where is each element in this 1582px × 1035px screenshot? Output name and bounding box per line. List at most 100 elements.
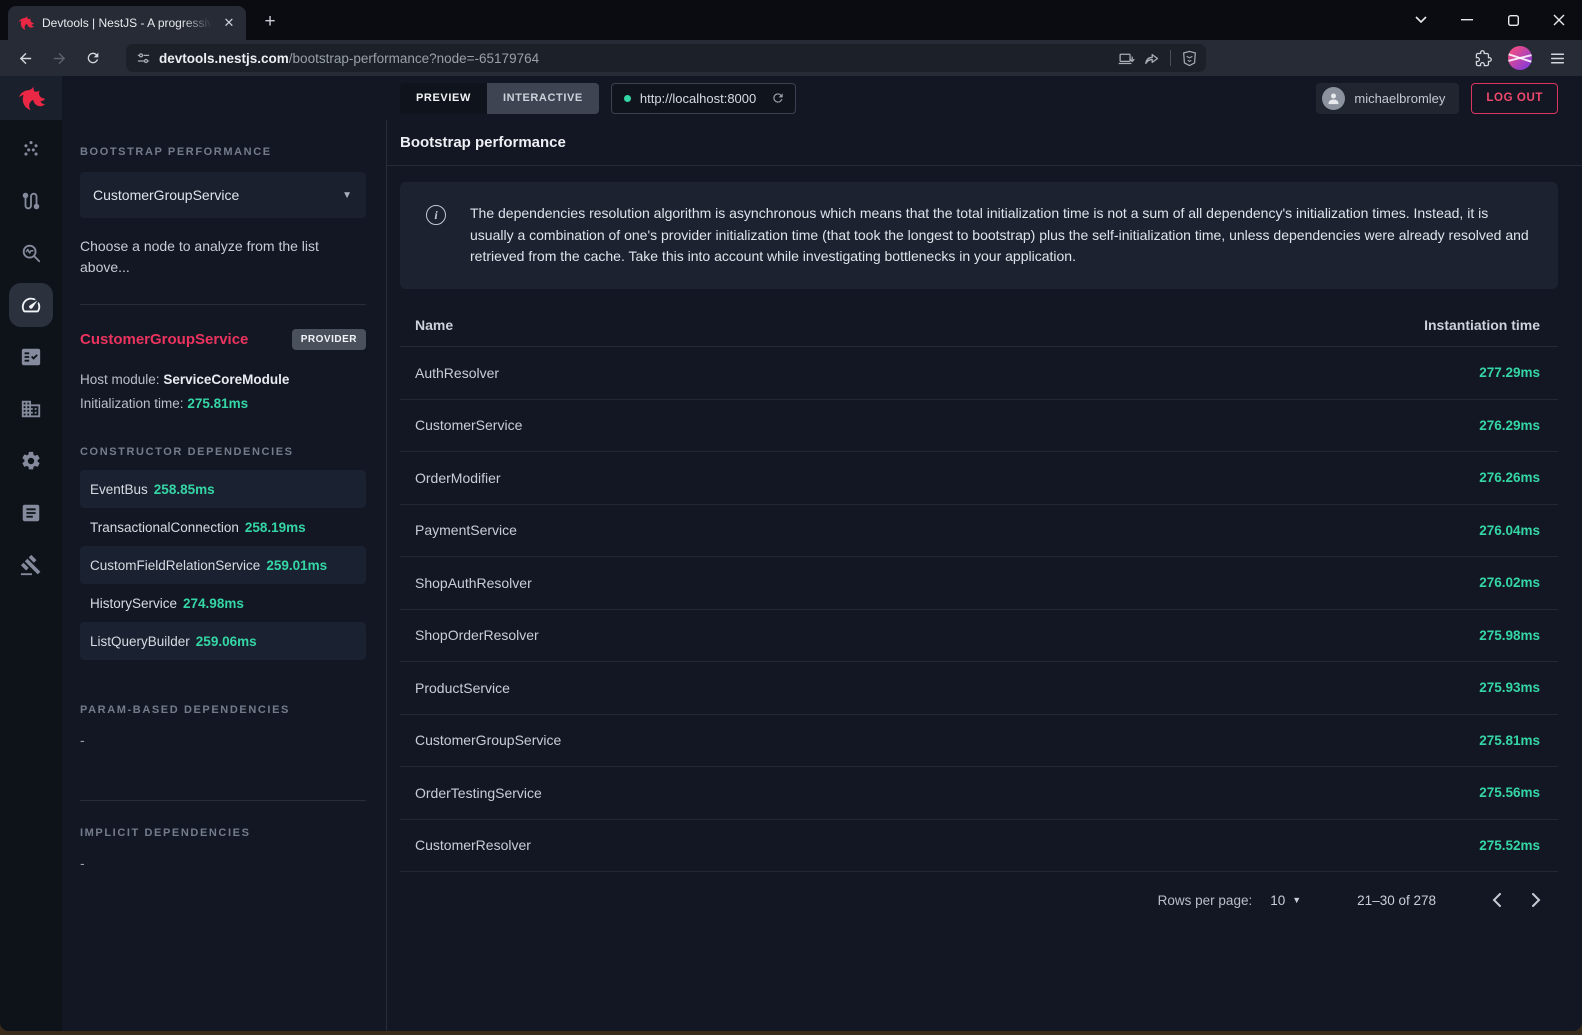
- nav-routes-icon[interactable]: [20, 190, 42, 212]
- table-row[interactable]: CustomerService276.29ms: [400, 400, 1558, 453]
- next-page-button[interactable]: [1516, 893, 1556, 907]
- cell-instantiation-time: 275.93ms: [1479, 680, 1540, 695]
- param-deps-value: -: [80, 732, 366, 748]
- cell-name: PaymentService: [415, 522, 517, 538]
- nav-modules-icon[interactable]: [20, 398, 42, 420]
- info-box: i The dependencies resolution algorithm …: [400, 182, 1558, 289]
- icon-rail: [0, 76, 62, 1031]
- browser-profile-avatar[interactable]: [1508, 46, 1532, 70]
- cell-instantiation-time: 275.56ms: [1479, 785, 1540, 800]
- brave-shields-icon[interactable]: [1181, 50, 1198, 67]
- provider-badge: PROVIDER: [292, 329, 366, 350]
- nav-settings-icon[interactable]: [20, 450, 42, 472]
- nav-gavel-icon[interactable]: [20, 554, 42, 576]
- nav-audit-icon[interactable]: [20, 346, 42, 368]
- dependency-item[interactable]: HistoryService274.98ms: [80, 584, 366, 622]
- extensions-icon[interactable]: [1468, 44, 1498, 72]
- tab-close-icon[interactable]: ✕: [220, 14, 238, 32]
- dependency-name: EventBus: [90, 482, 148, 497]
- back-button[interactable]: [10, 44, 40, 72]
- cell-instantiation-time: 275.81ms: [1479, 733, 1540, 748]
- cell-name: ShopAuthResolver: [415, 575, 532, 591]
- nav-performance-active[interactable]: [9, 283, 53, 327]
- rows-per-page-label: Rows per page:: [1158, 893, 1253, 908]
- table-row[interactable]: PaymentService276.04ms: [400, 505, 1558, 558]
- perf-table-body: AuthResolver277.29msCustomerService276.2…: [400, 347, 1558, 872]
- username: michaelbromley: [1354, 91, 1445, 106]
- send-to-device-icon[interactable]: [1118, 50, 1135, 67]
- previous-page-button[interactable]: [1476, 893, 1516, 907]
- dependency-item[interactable]: EventBus258.85ms: [80, 470, 366, 508]
- dependency-item[interactable]: TransactionalConnection258.19ms: [80, 508, 366, 546]
- target-url-box[interactable]: http://localhost:8000: [611, 83, 796, 114]
- table-row[interactable]: OrderModifier276.26ms: [400, 452, 1558, 505]
- node-meta: Host module: ServiceCoreModule Initializ…: [80, 368, 366, 416]
- selected-node-name: CustomerGroupService: [80, 331, 248, 348]
- url-text: devtools.nestjs.com/bootstrap-performanc…: [159, 51, 1110, 66]
- chevron-down-icon: ▼: [342, 190, 352, 201]
- preview-tab[interactable]: PREVIEW: [400, 83, 487, 114]
- cell-instantiation-time: 277.29ms: [1479, 365, 1540, 380]
- cell-instantiation-time: 275.52ms: [1479, 838, 1540, 853]
- helper-text: Choose a node to analyze from the list a…: [80, 236, 330, 278]
- url-path: /bootstrap-performance?node=-65179764: [289, 51, 539, 66]
- dependency-name: ListQueryBuilder: [90, 634, 190, 649]
- nestjs-logo-icon: [18, 85, 45, 112]
- cell-instantiation-time: 276.26ms: [1479, 470, 1540, 485]
- table-header: Name Instantiation time: [400, 303, 1558, 347]
- dependency-name: CustomFieldRelationService: [90, 558, 260, 573]
- user-chip[interactable]: michaelbromley: [1316, 83, 1459, 114]
- cell-instantiation-time: 276.02ms: [1479, 575, 1540, 590]
- menu-icon[interactable]: [1542, 44, 1572, 72]
- url-domain: devtools.nestjs.com: [159, 51, 289, 66]
- tab-title: Devtools | NestJS - A progressive: [42, 16, 212, 30]
- cell-name: AuthResolver: [415, 365, 499, 381]
- table-row[interactable]: AuthResolver 277.29ms: [400, 347, 1558, 400]
- forward-button[interactable]: [44, 44, 74, 72]
- mode-toggle: PREVIEW INTERACTIVE: [400, 83, 599, 114]
- nav-docs-icon[interactable]: [20, 502, 42, 524]
- cell-name: ProductService: [415, 680, 510, 696]
- node-select-value: CustomerGroupService: [93, 187, 239, 203]
- column-header-name: Name: [415, 317, 453, 333]
- nav-inspect-icon[interactable]: [20, 242, 42, 264]
- table-row[interactable]: ShopOrderResolver275.98ms: [400, 610, 1558, 663]
- table-row[interactable]: ShopAuthResolver 276.02ms: [400, 557, 1558, 610]
- toolbar-divider: [1170, 50, 1171, 66]
- nestjs-favicon-icon: [18, 15, 34, 31]
- table-row[interactable]: OrderTestingService275.56ms: [400, 767, 1558, 820]
- logout-button[interactable]: LOG OUT: [1471, 83, 1558, 114]
- cell-instantiation-time: 275.98ms: [1479, 628, 1540, 643]
- reload-button[interactable]: [78, 44, 108, 72]
- site-settings-icon[interactable]: [136, 51, 151, 66]
- refresh-target-icon[interactable]: [771, 91, 785, 105]
- status-dot: [624, 95, 631, 102]
- tab-strip: Devtools | NestJS - A progressive ✕ +: [0, 0, 1582, 40]
- app-logo[interactable]: [0, 76, 62, 120]
- cell-name: CustomerGroupService: [415, 732, 561, 748]
- address-bar[interactable]: devtools.nestjs.com/bootstrap-performanc…: [126, 44, 1206, 72]
- dependency-item[interactable]: ListQueryBuilder259.06ms: [80, 622, 366, 660]
- sidebar-section-title: BOOTSTRAP PERFORMANCE: [80, 146, 366, 158]
- node-select[interactable]: CustomerGroupService ▼: [80, 172, 366, 218]
- window-controls: [1398, 0, 1582, 40]
- nav-graph-icon[interactable]: [20, 138, 42, 160]
- dependency-item[interactable]: CustomFieldRelationService259.01ms: [80, 546, 366, 584]
- cell-name: CustomerService: [415, 417, 522, 433]
- rows-per-page-value[interactable]: 10: [1270, 893, 1285, 908]
- toolbar-right-group: [1468, 44, 1572, 72]
- devtools-app: PREVIEW INTERACTIVE http://localhost:800…: [0, 76, 1582, 1031]
- rows-per-page-caret-icon[interactable]: ▼: [1292, 895, 1301, 905]
- share-icon[interactable]: [1143, 50, 1160, 67]
- table-row[interactable]: CustomerGroupService 275.81ms: [400, 715, 1558, 768]
- table-row[interactable]: ProductService 275.93ms: [400, 662, 1558, 715]
- browser-tab[interactable]: Devtools | NestJS - A progressive ✕: [8, 6, 246, 40]
- table-row[interactable]: CustomerResolver275.52ms: [400, 820, 1558, 873]
- tab-search-icon[interactable]: [1398, 0, 1444, 40]
- interactive-tab[interactable]: INTERACTIVE: [487, 83, 599, 114]
- new-tab-button[interactable]: +: [256, 8, 284, 36]
- minimize-button[interactable]: [1444, 0, 1490, 40]
- close-window-button[interactable]: [1536, 0, 1582, 40]
- maximize-button[interactable]: [1490, 0, 1536, 40]
- page-title: Bootstrap performance: [400, 134, 566, 151]
